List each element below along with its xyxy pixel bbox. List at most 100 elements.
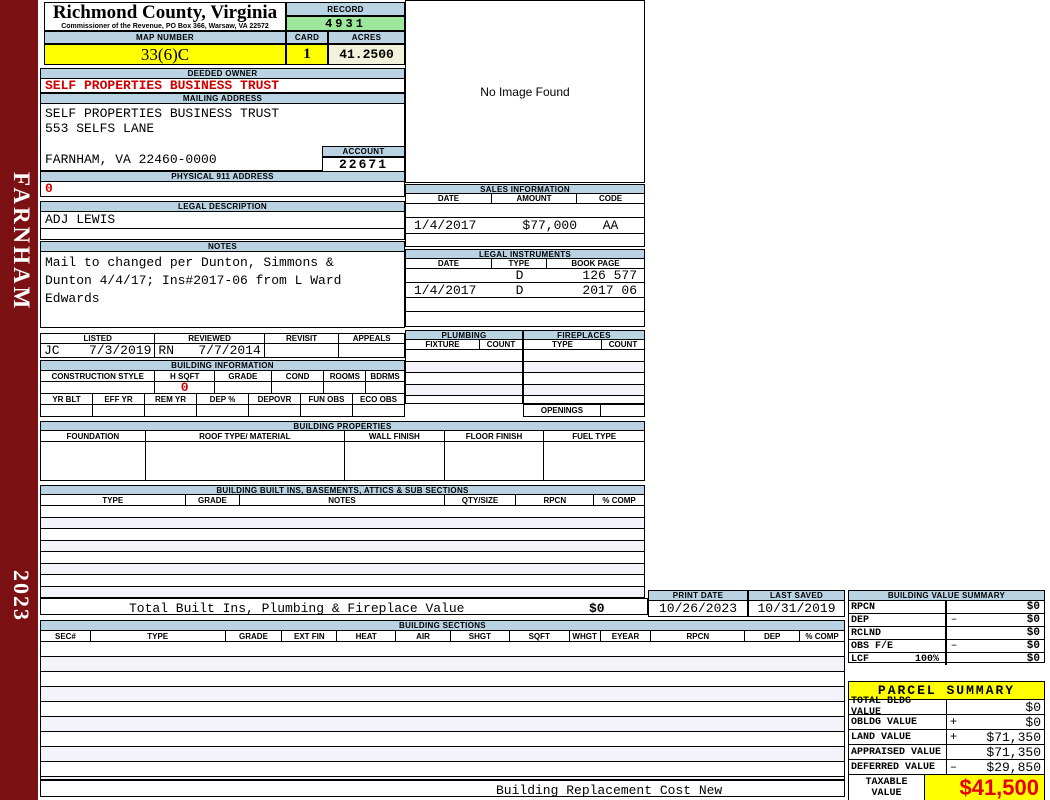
- sales-row-empty: [406, 204, 644, 218]
- ps-op: +: [949, 715, 958, 729]
- ps-row: LAND VALUE + $71,350: [848, 730, 1045, 745]
- bvs-lcf-pct: 100%: [914, 653, 939, 665]
- taxable-value: $41,500: [925, 775, 1045, 800]
- col-header: BDRMS: [370, 371, 400, 381]
- ps-label: LAND VALUE: [849, 730, 947, 744]
- col-header: EYEAR: [601, 631, 652, 641]
- bvs-value: $0: [1026, 614, 1040, 626]
- legal-description-label: LEGAL DESCRIPTION: [40, 201, 405, 212]
- legal-description-value: ADJ LEWIS: [41, 212, 404, 229]
- legal-instrument-row-empty: [406, 312, 644, 326]
- ps-label: DEFERRED VALUE: [849, 760, 947, 774]
- instrument-book-page: 2017 06: [582, 282, 637, 298]
- col-header: EFF YR: [93, 394, 145, 404]
- col-header: DEPOVR: [249, 394, 301, 404]
- bvs-value: $0: [1026, 640, 1040, 652]
- eco-obs-value: [353, 405, 404, 416]
- bdrms-value: [366, 382, 404, 393]
- print-date-value: 10/26/2023: [648, 601, 748, 617]
- physical-address-label: PHYSICAL 911 ADDRESS: [40, 171, 405, 182]
- ps-label: OBLDG VALUE: [849, 715, 947, 729]
- plumbing-title: PLUMBING: [405, 330, 523, 340]
- col-header: COUNT: [608, 340, 638, 349]
- sidebar: FARNHAM 2023: [0, 0, 38, 800]
- col-header: FUEL TYPE: [572, 431, 617, 441]
- tax-year-label: 2023: [9, 570, 34, 622]
- ps-label: TOTAL BLDG VALUE: [849, 696, 947, 718]
- no-image-text: No Image Found: [480, 84, 570, 99]
- building-sections-rows-empty: [40, 642, 845, 780]
- col-header: RPCN: [516, 495, 595, 505]
- building-info-value-row1: 0: [40, 380, 405, 395]
- bvs-value: $0: [1026, 653, 1040, 665]
- print-date-label: PRINT DATE: [648, 590, 748, 601]
- sales-row-empty: [406, 234, 644, 247]
- sale-date: 1/4/2017: [414, 218, 477, 233]
- account-value: 22671: [322, 157, 405, 172]
- sales-title: SALES INFORMATION: [405, 184, 645, 194]
- col-header: GRADE: [186, 495, 241, 505]
- listed-date: 7/3/2019: [88, 343, 152, 358]
- fireplaces-header-row: TYPE COUNT: [523, 340, 645, 350]
- record-label: RECORD: [286, 2, 405, 16]
- ps-row: TOTAL BLDG VALUE $0: [848, 696, 1045, 718]
- legal-description-box: ADJ LEWIS: [40, 212, 405, 240]
- reviewed-by: RN: [158, 343, 174, 358]
- listed-by: JC: [44, 343, 60, 358]
- building-properties-header-row: FOUNDATION ROOF TYPE/ MATERIAL WALL FINI…: [40, 431, 645, 442]
- sales-row: 1/4/2017 $77,000 AA: [406, 218, 644, 234]
- reviewed-cell: RN 7/7/2014: [155, 343, 265, 358]
- cond-value: [272, 382, 325, 393]
- bvs-row: DEP – $0: [849, 614, 1044, 627]
- ps-row: OBLDG VALUE + $0: [848, 715, 1045, 730]
- notes-box: Mail to changed per Dunton, Simmons & Du…: [40, 252, 405, 328]
- card-label: CARD: [286, 31, 328, 44]
- col-header: GRADE: [215, 371, 272, 381]
- ps-op: –: [949, 760, 958, 774]
- bvs-op: –: [950, 640, 958, 652]
- col-header: WALL FINISH: [345, 431, 445, 441]
- construction-style-value: [41, 382, 156, 393]
- building-sections-footer-row: Building Replacement Cost New: [40, 780, 845, 798]
- bvs-lcf-cell: LCF 100%: [849, 653, 947, 665]
- notes-label: NOTES: [40, 241, 405, 252]
- openings-label: OPENINGS: [523, 404, 601, 417]
- building-info-header-row2: YR BLT EFF YR REM YR DEP % DEPOVR FUN OB…: [40, 394, 405, 405]
- built-ins-rows-empty: [40, 506, 645, 598]
- col-header: GRADE: [226, 631, 283, 641]
- mailing-line: SELF PROPERTIES BUSINESS TRUST: [45, 106, 280, 121]
- legal-instruments-title: LEGAL INSTRUMENTS: [405, 249, 645, 259]
- col-header: WHGT: [570, 631, 601, 641]
- physical-address-value: 0: [40, 182, 405, 197]
- listed-cell: JC 7/3/2019: [41, 343, 156, 358]
- col-header: SEC#: [41, 631, 91, 641]
- visits-value-row: JC 7/3/2019 RN 7/7/2014: [40, 343, 405, 358]
- bvs-row: RPCN $0: [849, 601, 1044, 614]
- bvs-label: LCF: [851, 653, 870, 665]
- ps-value: $0: [1025, 699, 1041, 715]
- col-header: % COMP: [602, 495, 636, 505]
- sales-rows: 1/4/2017 $77,000 AA: [405, 204, 645, 247]
- legal-instrument-row-empty: [406, 298, 644, 312]
- col-header: FUN OBS: [301, 394, 353, 404]
- foundation-value: [41, 442, 146, 480]
- revisit-cell: [265, 344, 340, 357]
- replacement-cost-label: Building Replacement Cost New: [496, 783, 723, 798]
- building-properties-title: BUILDING PROPERTIES: [40, 421, 645, 431]
- col-header: BOOK PAGE: [571, 259, 620, 268]
- legal-instrument-row: D 126 577: [406, 268, 644, 283]
- last-saved-label: LAST SAVED: [748, 590, 845, 601]
- eff-yr-value: [93, 405, 145, 416]
- instrument-date: 1/4/2017: [414, 282, 477, 298]
- notes-line: Edwards: [45, 291, 100, 306]
- rooms-value: [324, 382, 367, 393]
- dep-pct-value: [197, 405, 249, 416]
- col-header: NOTES: [240, 495, 445, 505]
- building-value-summary-title: BUILDING VALUE SUMMARY: [848, 590, 1045, 601]
- map-number-value: 33(6)C: [44, 44, 286, 65]
- record-value: 4931: [286, 16, 405, 31]
- mailing-line: FARNHAM, VA 22460-0000: [45, 152, 217, 167]
- built-ins-total-row: Total Built Ins, Plumbing & Fireplace Va…: [40, 598, 648, 616]
- col-header: SHGT: [451, 631, 510, 641]
- taxable-value-label: TAXABLE VALUE: [848, 775, 925, 800]
